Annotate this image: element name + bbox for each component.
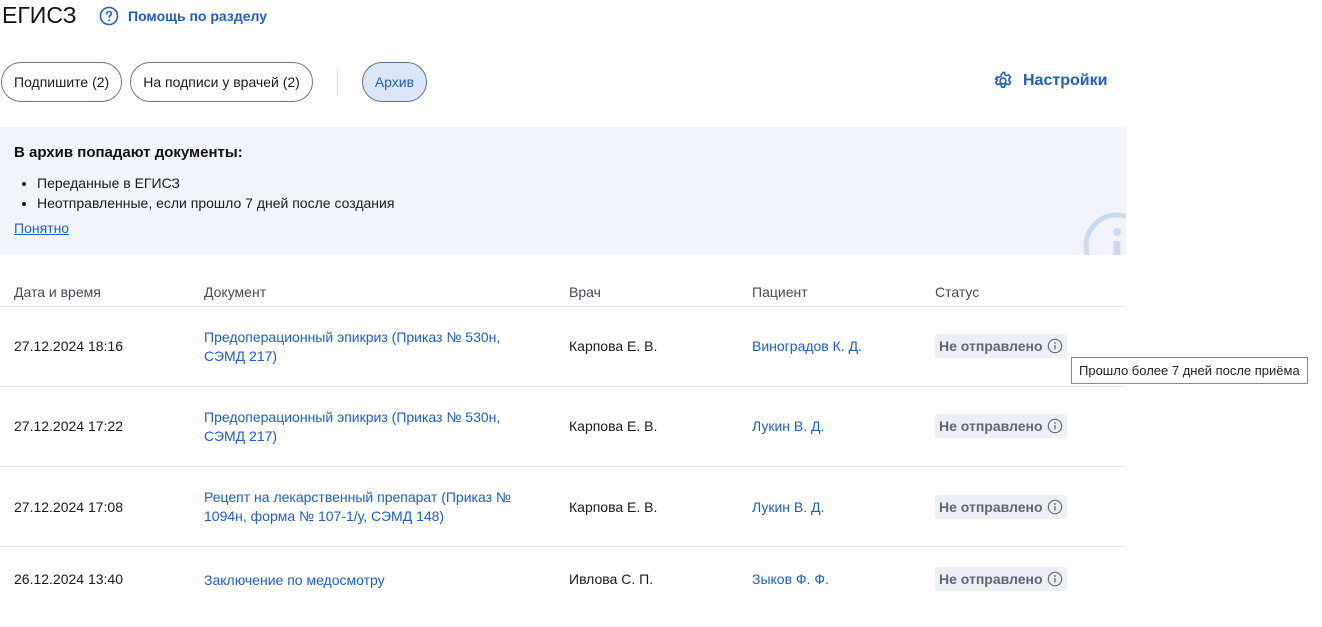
help-link-label: Помощь по разделу [128,8,267,24]
info-decoration-icon [1083,212,1126,255]
row-datetime: 27.12.2024 18:16 [14,338,123,354]
tab-archive[interactable]: Архив [361,62,428,102]
tab-doctors-signing[interactable]: На подписи у врачей (2) [130,62,313,102]
dismiss-info-link[interactable]: Понятно [14,220,69,236]
status-label: Не отправлено [939,571,1043,587]
row-datetime: 27.12.2024 17:22 [14,418,123,434]
row-doctor: Карпова Е. В. [569,418,658,434]
status-badge: Не отправлено [935,334,1067,358]
status-tooltip: Прошло более 7 дней после приёма [1071,357,1308,384]
row-doctor: Ивлова С. П. [569,571,654,587]
tab-divider [336,69,338,95]
status-badge: Не отправлено [935,567,1067,591]
info-banner-item: Неотправленные, если прошло 7 дней после… [37,193,394,213]
table-row[interactable]: 26.12.2024 13:40 Заключение по медосмотр… [0,547,1126,627]
row-document-link[interactable]: Заключение по медосмотру [204,571,544,590]
page-title: ЕГИСЗ [2,2,77,28]
status-label: Не отправлено [939,499,1043,515]
row-patient-link[interactable]: Лукин В. Д. [752,499,824,515]
row-patient-link[interactable]: Лукин В. Д. [752,418,824,434]
row-doctor: Карпова Е. В. [569,499,658,515]
info-icon[interactable] [1047,499,1063,515]
settings-button[interactable]: Настройки [992,70,1107,92]
row-doctor: Карпова Е. В. [569,338,658,354]
info-icon[interactable] [1047,571,1063,587]
column-header-patient: Пациент [752,284,808,300]
info-banner-list: Переданные в ЕГИСЗ Неотправленные, если … [14,173,394,213]
table-row[interactable]: 27.12.2024 18:16 Предоперационный эпикри… [0,307,1126,387]
tab-bar: Подпишите (2) На подписи у врачей (2) Ар… [1,62,428,102]
info-banner-title: В архив попадают документы: [14,144,243,161]
question-circle-icon [99,6,119,26]
column-header-datetime: Дата и время [14,284,101,300]
row-document-link[interactable]: Предоперационный эпикриз (Приказ № 530н,… [204,328,544,366]
documents-table: Дата и время Документ Врач Пациент Стату… [0,272,1126,627]
tab-sign[interactable]: Подпишите (2) [1,62,123,102]
info-icon[interactable] [1047,338,1063,354]
table-row[interactable]: 27.12.2024 17:08 Рецепт на лекарственный… [0,467,1126,547]
row-patient-link[interactable]: Виноградов К. Д. [752,338,862,354]
column-header-status: Статус [935,284,980,300]
column-header-document: Документ [204,284,267,300]
row-document-link[interactable]: Предоперационный эпикриз (Приказ № 530н,… [204,408,544,446]
row-datetime: 27.12.2024 17:08 [14,499,123,515]
table-header: Дата и время Документ Врач Пациент Стату… [0,272,1126,307]
status-badge: Не отправлено [935,495,1067,519]
row-patient-link[interactable]: Зыков Ф. Ф. [752,571,829,587]
archive-info-banner: В архив попадают документы: Переданные в… [0,127,1126,255]
settings-label: Настройки [1023,72,1108,89]
info-icon[interactable] [1047,418,1063,434]
help-link[interactable]: Помощь по разделу [99,6,267,26]
gear-icon [994,71,1012,89]
row-datetime: 26.12.2024 13:40 [14,571,123,587]
column-header-doctor: Врач [569,284,601,300]
row-document-link[interactable]: Рецепт на лекарственный препарат (Приказ… [204,488,544,526]
table-row[interactable]: 27.12.2024 17:22 Предоперационный эпикри… [0,387,1126,467]
info-banner-item: Переданные в ЕГИСЗ [37,173,394,193]
status-label: Не отправлено [939,338,1043,354]
status-label: Не отправлено [939,418,1043,434]
status-badge: Не отправлено [935,414,1067,438]
